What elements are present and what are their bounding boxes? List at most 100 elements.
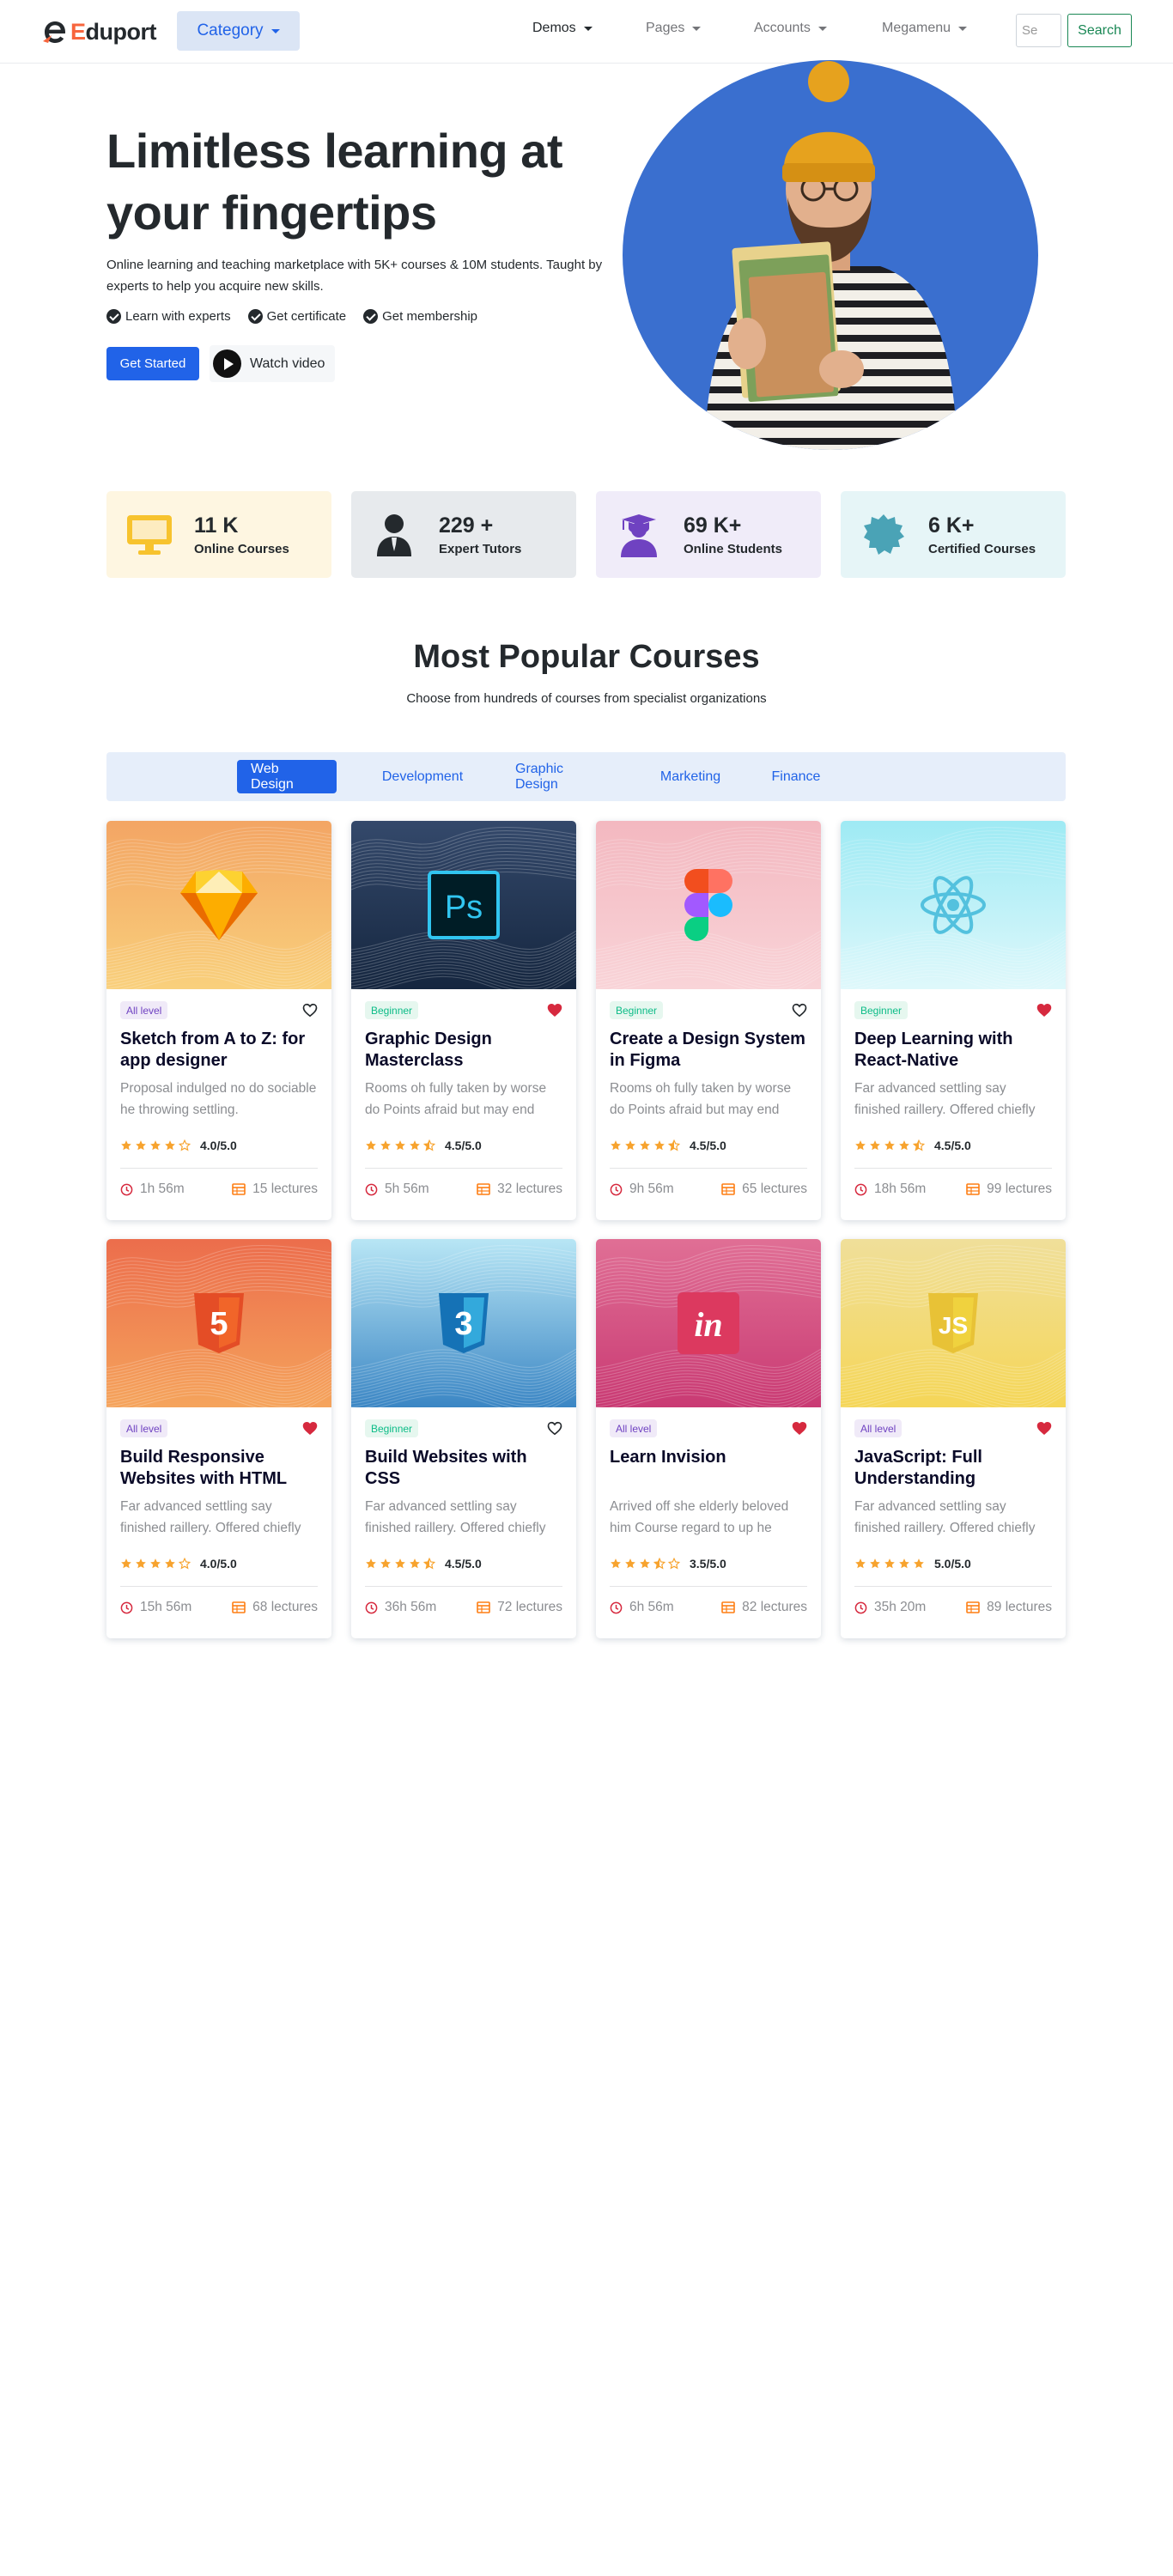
course-title[interactable]: Sketch from A to Z: for app designer: [120, 1029, 319, 1072]
star-icon: [179, 1558, 191, 1570]
star-icon: [668, 1558, 680, 1570]
lectures-table-icon: [721, 1601, 735, 1613]
svg-text:JS: JS: [939, 1312, 968, 1339]
course-title[interactable]: Graphic Design Masterclass: [365, 1029, 564, 1072]
course-card[interactable]: Beginner Create a Design System in Figma R…: [596, 821, 821, 1220]
course-duration: 5h 56m: [365, 1182, 429, 1197]
svg-text:3: 3: [454, 1306, 472, 1342]
heart-filled-icon[interactable]: [302, 1421, 318, 1436]
course-thumbnail[interactable]: Ps: [351, 821, 576, 989]
hero-description: Online learning and teaching marketplace…: [106, 258, 603, 294]
course-card[interactable]: 3 Beginner Build Websites with CSS Far adva…: [351, 1239, 576, 1638]
rating-value: 5.0/5.0: [934, 1557, 971, 1571]
star-icon: [870, 1558, 880, 1569]
course-duration: 36h 56m: [365, 1600, 436, 1615]
star-icon: [884, 1140, 895, 1151]
course-title[interactable]: Build Websites with CSS: [365, 1447, 564, 1490]
course-title[interactable]: Deep Learning with React-Native: [854, 1029, 1054, 1072]
divider: [365, 1586, 562, 1587]
course-title[interactable]: Build Responsive Websites with HTML: [120, 1447, 319, 1490]
menu-accounts[interactable]: Accounts: [754, 21, 827, 36]
star-icon: [121, 1140, 131, 1151]
course-tabs: Web Design Development Graphic Design Ma…: [106, 752, 1066, 801]
rating-value: 4.5/5.0: [934, 1139, 971, 1152]
star-icon: [165, 1140, 175, 1151]
divider: [854, 1168, 1052, 1169]
course-thumbnail[interactable]: 3: [351, 1239, 576, 1407]
clock-icon: [610, 1601, 623, 1613]
menu-pages[interactable]: Pages: [646, 21, 702, 36]
category-dropdown-button[interactable]: Category: [177, 11, 300, 51]
rating-value: 4.0/5.0: [200, 1139, 237, 1152]
course-thumbnail[interactable]: [841, 821, 1066, 989]
lectures-table-icon: [232, 1601, 246, 1613]
search-input[interactable]: Se: [1016, 14, 1061, 47]
heart-outline-icon[interactable]: [792, 1003, 807, 1018]
course-card[interactable]: All level Sketch from A to Z: for app des…: [106, 821, 331, 1220]
course-card[interactable]: Ps Beginner Graphic Design Masterclass Room…: [351, 821, 576, 1220]
search-button[interactable]: Search: [1067, 14, 1132, 47]
clock-icon: [365, 1183, 378, 1195]
menu-megamenu[interactable]: Megamenu: [882, 21, 968, 36]
clock-icon: [610, 1183, 623, 1195]
star-icon: [121, 1558, 131, 1569]
divider: [120, 1586, 318, 1587]
course-title[interactable]: Create a Design System in Figma: [610, 1029, 809, 1072]
watch-video-button[interactable]: Watch video: [210, 345, 335, 382]
star-icon: [625, 1140, 635, 1151]
heart-filled-icon[interactable]: [547, 1003, 562, 1018]
divider: [610, 1168, 807, 1169]
course-lectures: 15 lectures: [232, 1182, 318, 1197]
heart-outline-icon[interactable]: [547, 1421, 562, 1436]
course-card[interactable]: Beginner Deep Learning with React-Native F…: [841, 821, 1066, 1220]
tab-marketing[interactable]: Marketing: [646, 760, 735, 793]
star-icon: [653, 1558, 666, 1570]
star-icon: [899, 1140, 909, 1151]
html5-icon: 5: [106, 1239, 331, 1407]
heart-filled-icon[interactable]: [1036, 1003, 1052, 1018]
course-title[interactable]: JavaScript: Full Understanding: [854, 1447, 1054, 1490]
tab-graphic-design[interactable]: Graphic Design: [501, 760, 622, 793]
page: Eduport Category Demos Pages Accounts Me…: [0, 0, 1173, 2576]
tab-development[interactable]: Development: [368, 760, 477, 793]
certificate-badge-icon: [860, 511, 908, 559]
tab-finance[interactable]: Finance: [757, 760, 835, 793]
rating-value: 4.5/5.0: [690, 1139, 726, 1152]
course-thumbnail[interactable]: 5: [106, 1239, 331, 1407]
svg-text:Ps: Ps: [445, 890, 483, 926]
star-icon: [150, 1558, 161, 1569]
lectures-table-icon: [966, 1601, 980, 1613]
star-icon: [611, 1558, 621, 1569]
course-card[interactable]: JS All level JavaScript: Full Understandin…: [841, 1239, 1066, 1638]
logo[interactable]: Eduport: [41, 17, 157, 46]
course-thumbnail[interactable]: JS: [841, 1239, 1066, 1407]
course-rating: 5.0/5.0: [854, 1557, 971, 1571]
course-thumbnail[interactable]: [596, 821, 821, 989]
navbar: Eduport Category Demos Pages Accounts Me…: [0, 0, 1173, 64]
heart-filled-icon[interactable]: [792, 1421, 807, 1436]
star-icon: [855, 1558, 866, 1569]
heart-outline-icon[interactable]: [302, 1003, 318, 1018]
rating-value: 4.5/5.0: [445, 1139, 482, 1152]
sketch-icon: [106, 821, 331, 989]
level-badge: All level: [120, 1001, 168, 1019]
photoshop-icon: Ps: [351, 821, 576, 989]
star-icon: [136, 1140, 146, 1151]
caret-down-icon: [817, 26, 827, 31]
course-title[interactable]: Learn Invision: [610, 1447, 809, 1468]
get-started-button[interactable]: Get Started: [106, 347, 199, 380]
clock-icon: [120, 1601, 133, 1613]
hero-illustration: [623, 60, 1038, 450]
course-rating: 4.5/5.0: [365, 1139, 482, 1152]
course-duration: 6h 56m: [610, 1600, 674, 1615]
course-lectures: 89 lectures: [966, 1600, 1052, 1615]
course-thumbnail[interactable]: in: [596, 1239, 821, 1407]
menu-demos[interactable]: Demos: [532, 21, 593, 36]
star-icon: [423, 1558, 435, 1570]
course-thumbnail[interactable]: [106, 821, 331, 989]
course-card[interactable]: in All level Learn Invision Arrived off she…: [596, 1239, 821, 1638]
course-lectures: 68 lectures: [232, 1600, 318, 1615]
course-card[interactable]: 5 All level Build Responsive Websites with…: [106, 1239, 331, 1638]
tab-web-design[interactable]: Web Design: [237, 760, 337, 793]
heart-filled-icon[interactable]: [1036, 1421, 1052, 1436]
